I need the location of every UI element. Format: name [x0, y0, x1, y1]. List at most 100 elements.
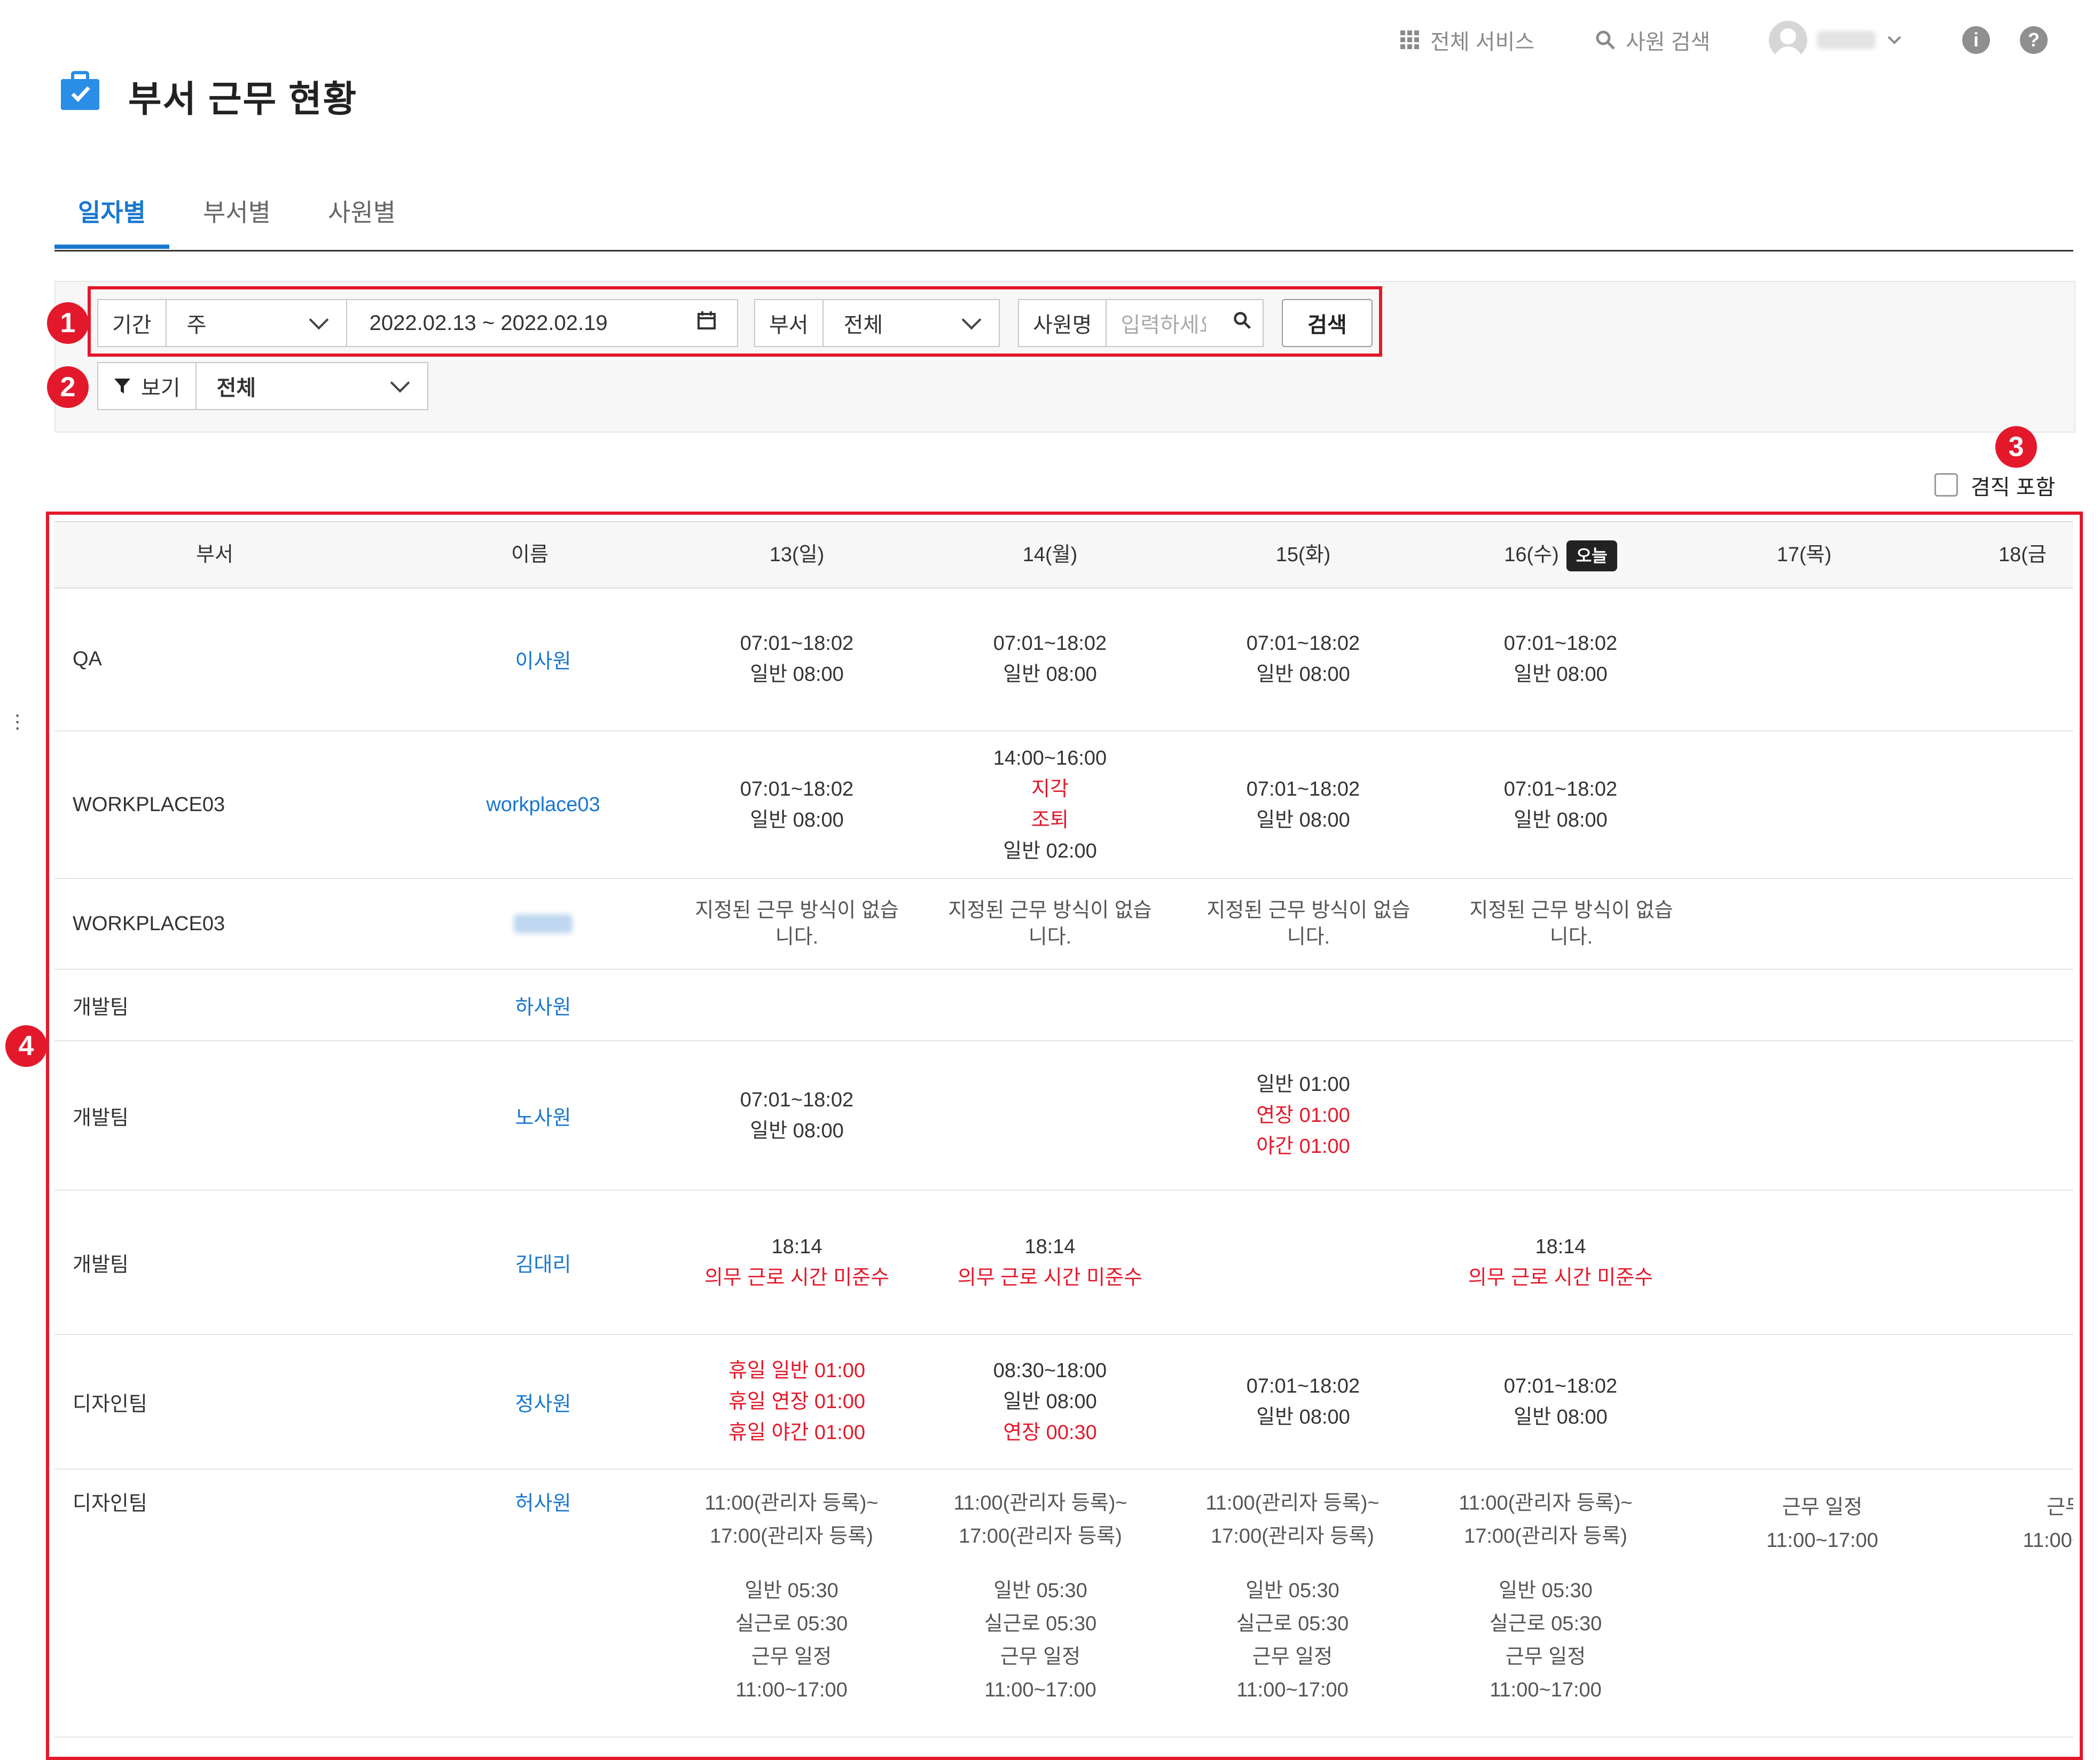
cell-line: 니다. — [1028, 926, 1072, 948]
day-cell[interactable]: 07:01~18:02 일반 08:00 — [1448, 732, 1673, 878]
cell-line: 일반 05:30 — [993, 1580, 1087, 1602]
table-row: WORKPLACE03 workplace03 07:01~18:02 일반 0… — [54, 732, 2073, 879]
day-cell[interactable]: 18:14 의무 근로 시간 미준수 — [938, 1191, 1162, 1334]
day-cell[interactable]: 07:01~18:02 일반 08:00 — [685, 732, 909, 878]
concurrent-checkbox[interactable] — [1934, 473, 1958, 497]
chevron-down-icon — [1885, 31, 1903, 49]
cell-line: 07:01~18:02 — [1246, 1375, 1360, 1397]
briefcase-check-icon — [61, 71, 99, 110]
employee-name-link[interactable]: 하사원 — [402, 970, 685, 1040]
day-cell[interactable]: 지정된 근무 방식이 없습 니다. — [1454, 879, 1689, 969]
header-department: 부서 — [196, 544, 233, 566]
cell-line: 11:00(관리자 등록)~ — [1205, 1492, 1380, 1514]
employee-name-link[interactable]: 정사원 — [402, 1335, 685, 1468]
cell-line: 일반 02:00 — [1003, 840, 1097, 862]
row-department: 개발팀 — [73, 996, 129, 1019]
employee-search-link[interactable]: 사원 검색 — [1595, 21, 1710, 59]
cell-line: 일반 08:00 — [1514, 1406, 1608, 1428]
day-cell[interactable]: 18:14 의무 근로 시간 미준수 — [685, 1191, 909, 1334]
tab-by-date[interactable]: 일자별 — [54, 191, 169, 249]
cell-line: 일반 08:00 — [750, 663, 844, 686]
header-day-13: 13(일) — [769, 544, 825, 566]
employee-name-link-blurred[interactable] — [402, 879, 685, 969]
cell-line: 17:00(관리자 등록) — [710, 1525, 873, 1547]
cell-line: 근무 일정 — [1782, 1496, 1863, 1519]
day-cell[interactable]: 07:01~18:02 일반 08:00 — [1191, 732, 1415, 878]
cell-line: 일반 08:00 — [1003, 663, 1097, 686]
day-cell[interactable]: 07:01~18:02 일반 08:00 — [685, 1041, 909, 1190]
day-cell[interactable]: 지정된 근무 방식이 없습 니다. — [933, 879, 1167, 969]
annotation-box-1 — [88, 286, 1382, 357]
cell-line: 11:00(관리자 등록)~ — [1459, 1492, 1633, 1514]
day-cell[interactable]: 지정된 근무 방식이 없습 니다. — [679, 879, 914, 969]
employee-name-link[interactable]: 이사원 — [402, 587, 685, 730]
day-cell[interactable]: 11:00(관리자 등록)~ 17:00(관리자 등록) 일반 05:30 실근… — [1433, 1470, 1658, 1737]
day-cell[interactable]: 근무 일정 11:00~17:00 — [1710, 1470, 1934, 1737]
vertical-dots-icon[interactable]: · · · — [14, 704, 21, 738]
day-cell[interactable]: 14:00~16:00 지각 조퇴 일반 02:00 — [938, 732, 1162, 878]
employee-name-link[interactable]: workplace03 — [402, 732, 685, 878]
overtime-status: 연장 01:00 — [1256, 1104, 1350, 1127]
day-cell[interactable]: 07:01~18:02 일반 08:00 — [1448, 587, 1673, 730]
cell-line: 11:00~17:00 — [984, 1679, 1096, 1701]
concurrent-label: 겸직 포함 — [1971, 476, 2056, 499]
cell-line: 17:00(관리자 등록) — [1464, 1525, 1627, 1547]
tab-by-department[interactable]: 부서별 — [179, 191, 294, 245]
day-cell[interactable]: 11:00(관리자 등록)~ 17:00(관리자 등록) 일반 05:30 실근… — [679, 1470, 904, 1737]
user-menu[interactable] — [1769, 21, 1903, 59]
day-cell[interactable]: 근무 11:00~ — [2009, 1470, 2073, 1737]
day-cell[interactable]: 11:00(관리자 등록)~ 17:00(관리자 등록) 일반 05:30 실근… — [928, 1470, 1153, 1737]
cell-line: 07:01~18:02 — [1246, 632, 1360, 655]
day-cell[interactable]: 07:01~18:02 일반 08:00 — [1191, 1335, 1415, 1468]
cell-line: 근무 일정 — [1252, 1646, 1333, 1668]
cell-line: 08:30~18:00 — [993, 1360, 1107, 1382]
day-cell[interactable]: 지정된 근무 방식이 없습 니다. — [1191, 879, 1426, 969]
cell-line: 실근로 05:30 — [984, 1613, 1097, 1635]
day-cell[interactable]: 08:30~18:00 일반 08:00 연장 00:30 — [938, 1335, 1162, 1468]
day-cell[interactable]: 07:01~18:02 일반 08:00 — [685, 587, 909, 730]
cell-line: 11:00~17:00 — [735, 1679, 848, 1701]
header-day-18: 18(금 — [1999, 544, 2047, 566]
all-services-link[interactable]: 전체 서비스 — [1399, 21, 1534, 59]
day-cell[interactable]: 07:01~18:02 일반 08:00 — [1448, 1335, 1673, 1468]
chevron-down-icon — [390, 373, 410, 393]
cell-line: 11:00~17:00 — [1766, 1529, 1878, 1552]
tab-by-employee[interactable]: 사원별 — [304, 191, 419, 245]
view-filter: 보기 전체 — [97, 362, 428, 410]
row-department: 디자인팀 — [73, 1492, 147, 1515]
day-cell[interactable]: 18:14 의무 근로 시간 미준수 — [1448, 1191, 1673, 1334]
cell-line: 실근로 05:30 — [735, 1613, 848, 1635]
day-cell[interactable]: 07:01~18:02 일반 08:00 — [938, 587, 1162, 730]
cell-line: 지정된 근무 방식이 없습 — [695, 899, 899, 922]
user-name-blurred — [1817, 31, 1876, 49]
table-row: 디자인팀 정사원 휴일 일반 01:00 휴일 연장 01:00 휴일 야간 0… — [54, 1335, 2073, 1470]
info-button[interactable]: i — [1962, 21, 1990, 59]
day-cell[interactable]: 휴일 일반 01:00 휴일 연장 01:00 휴일 야간 01:00 — [685, 1335, 909, 1468]
table-row: 개발팀 김대리 18:14 의무 근로 시간 미준수 18:14 의무 근로 시… — [54, 1191, 2073, 1335]
cell-line: 근무 — [2047, 1496, 2073, 1519]
employee-name-link[interactable]: 노사원 — [402, 1041, 685, 1190]
view-select[interactable]: 전체 — [197, 363, 427, 409]
table-row: 개발팀 노사원 07:01~18:02 일반 08:00 일반 01:00 연장… — [54, 1041, 2073, 1191]
cell-line: 14:00~16:00 — [993, 747, 1107, 769]
employee-name-link[interactable]: 허사원 — [402, 1470, 685, 1737]
day-cell[interactable]: 일반 01:00 연장 01:00 야간 01:00 — [1191, 1041, 1415, 1190]
day-cell[interactable]: 11:00(관리자 등록)~ 17:00(관리자 등록) 일반 05:30 실근… — [1180, 1470, 1405, 1737]
table-row: QA 이사원 07:01~18:02 일반 08:00 07:01~18:02 … — [54, 587, 2073, 732]
view-label-box: 보기 — [98, 363, 197, 409]
help-icon: ? — [2020, 26, 2048, 54]
row-department: 개발팀 — [73, 1106, 129, 1129]
employee-name-link[interactable]: 김대리 — [402, 1191, 685, 1334]
non-compliance-status: 의무 근로 시간 미준수 — [957, 1267, 1143, 1289]
row-department: WORKPLACE03 — [73, 912, 225, 935]
cell-line: 지정된 근무 방식이 없습 — [1469, 899, 1673, 922]
cell-line: 니다. — [775, 926, 819, 948]
page-title: 부서 근무 현황 — [128, 79, 358, 120]
info-icon: i — [1962, 26, 1990, 54]
view-label: 보기 — [141, 376, 181, 400]
holiday-status: 휴일 일반 01:00 — [728, 1360, 866, 1382]
all-services-label: 전체 서비스 — [1430, 30, 1535, 54]
day-cell[interactable]: 07:01~18:02 일반 08:00 — [1191, 587, 1415, 730]
row-department: WORKPLACE03 — [73, 793, 225, 816]
help-button[interactable]: ? — [2020, 21, 2048, 59]
